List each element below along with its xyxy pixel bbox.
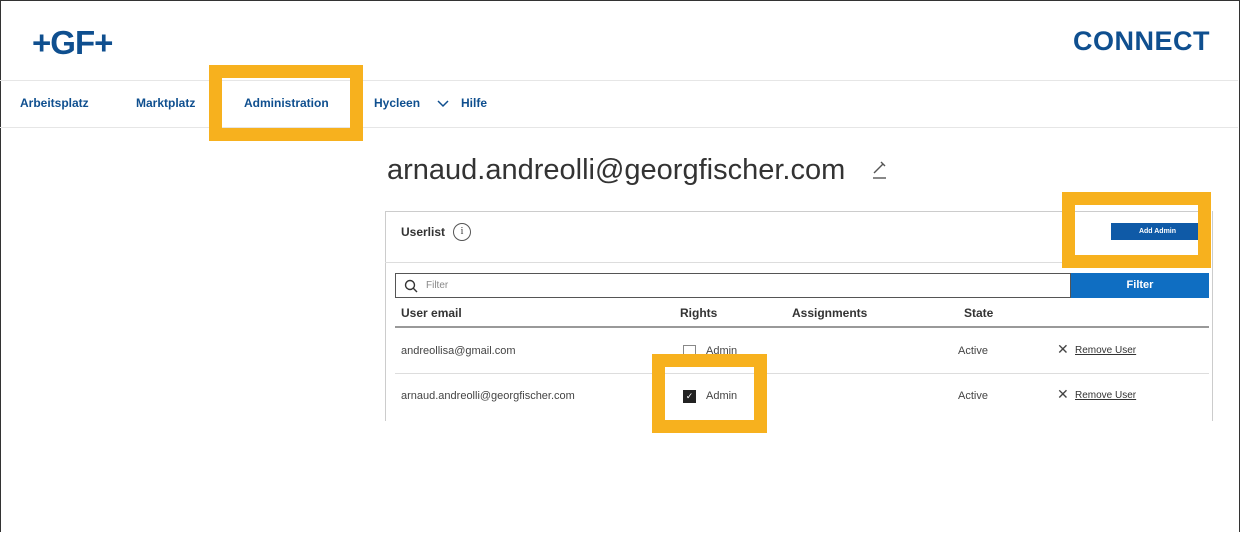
- info-icon[interactable]: i: [453, 223, 471, 241]
- row-state: Active: [958, 390, 988, 402]
- close-icon[interactable]: ✕: [1057, 341, 1069, 358]
- header-divider: [0, 80, 1238, 81]
- table-header-divider: [395, 326, 1209, 328]
- row-divider: [395, 373, 1209, 374]
- nav-divider: [0, 127, 1238, 128]
- nav-item-hycleen[interactable]: Hycleen: [374, 96, 420, 110]
- filter-placeholder: Filter: [426, 280, 449, 291]
- filter-input[interactable]: Filter: [395, 273, 1071, 298]
- column-header-rights: Rights: [680, 306, 718, 320]
- close-icon[interactable]: ✕: [1057, 386, 1069, 403]
- gf-logo[interactable]: +GF+: [32, 24, 113, 62]
- pencil-icon[interactable]: [871, 160, 887, 180]
- userlist-title: Userlist: [401, 225, 446, 239]
- column-header-assignments: Assignments: [792, 306, 868, 320]
- chevron-down-icon[interactable]: [437, 100, 449, 108]
- row-email: arnaud.andreolli@georgfischer.com: [401, 390, 575, 402]
- nav-item-marktplatz[interactable]: Marktplatz: [136, 96, 195, 110]
- highlight-add-admin: [1062, 192, 1211, 268]
- nav-item-arbeitsplatz[interactable]: Arbeitsplatz: [20, 96, 89, 110]
- search-icon: [404, 279, 418, 293]
- column-header-state: State: [964, 306, 994, 320]
- nav-item-hilfe[interactable]: Hilfe: [461, 96, 487, 110]
- connect-brand: CONNECT: [1073, 26, 1210, 56]
- row-state: Active: [958, 345, 988, 357]
- row-email: andreollisa@gmail.com: [401, 345, 516, 357]
- highlight-administration: [209, 65, 363, 141]
- filter-button[interactable]: Filter: [1071, 273, 1209, 298]
- remove-user-link[interactable]: Remove User: [1075, 345, 1136, 356]
- remove-user-link[interactable]: Remove User: [1075, 390, 1136, 401]
- page-title: arnaud.andreolli@georgfischer.com: [387, 154, 846, 186]
- highlight-admin-checkbox: [652, 354, 767, 433]
- column-header-email: User email: [401, 306, 462, 320]
